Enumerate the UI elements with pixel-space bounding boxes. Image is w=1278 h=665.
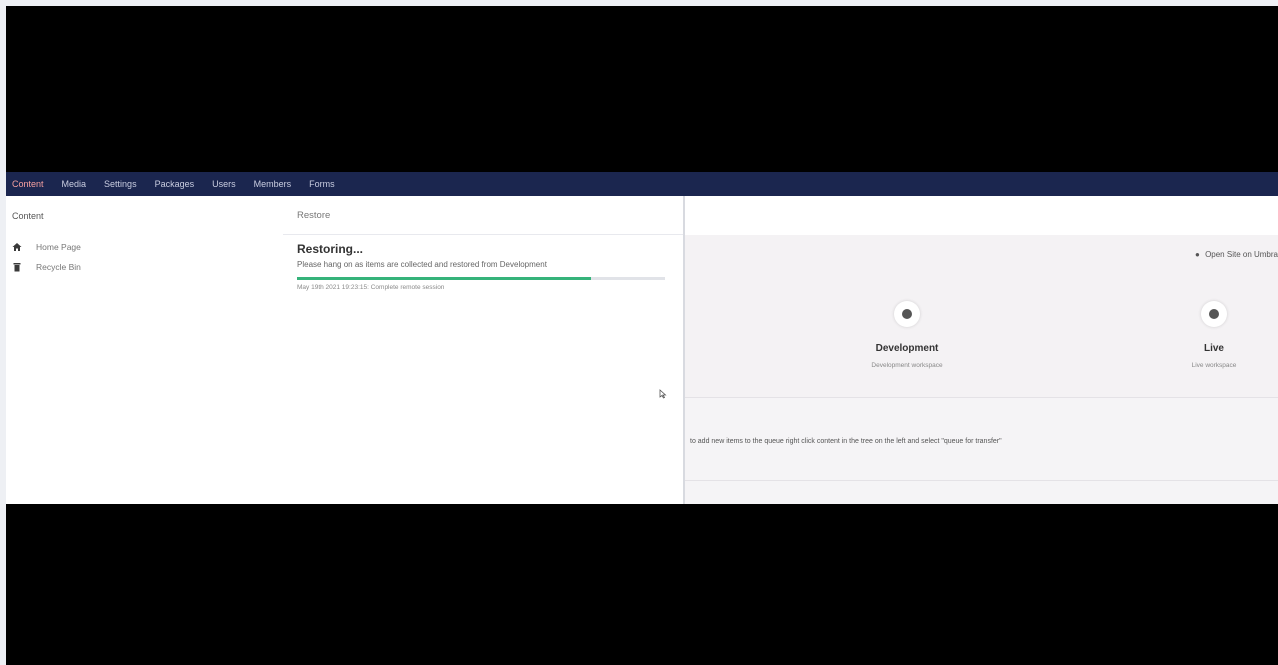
tree-title: Content (12, 211, 44, 221)
transfer-queue-panel: to add new items to the queue right clic… (685, 398, 1278, 504)
nav-content[interactable]: Content (12, 179, 44, 189)
restore-log: May 19th 2021 19:23:15: Complete remote … (297, 284, 445, 291)
queue-hint: to add new items to the queue right clic… (690, 438, 1002, 445)
nav-media[interactable]: Media (62, 179, 87, 189)
live-workspace-name: Live (1203, 343, 1224, 354)
dialog-header: Restore (283, 196, 683, 235)
top-navigation: Content Media Settings Packages Users Me… (6, 172, 1278, 196)
dialog-title: Restore (297, 210, 331, 221)
nav-users[interactable]: Users (212, 179, 236, 189)
nav-packages[interactable]: Packages (155, 179, 195, 189)
workspace-header (685, 196, 1278, 235)
workspaces-panel: ● Open Site on Umbra Development Develop… (685, 235, 1278, 398)
divider (685, 480, 1278, 481)
video-frame: Content Media Settings Packages Users Me… (6, 6, 1278, 665)
tree-item-label: Home Page (36, 242, 81, 252)
globe-icon: ● (1194, 250, 1200, 259)
live-workspace-sub: Live workspace (1191, 362, 1237, 369)
tree-item-label: Recycle Bin (36, 262, 81, 272)
pointer-cursor-icon (658, 389, 668, 402)
nav-settings[interactable]: Settings (104, 179, 137, 189)
restore-dialog: Restore Restoring... Please hang on as i… (283, 196, 685, 504)
restore-progress-bar (297, 277, 665, 280)
live-workspace-icon[interactable] (1201, 301, 1227, 327)
development-workspace-sub: Development workspace (871, 362, 943, 369)
umbraco-backoffice: Content Media Settings Packages Users Me… (6, 172, 1278, 504)
open-site-link[interactable]: ● Open Site on Umbra (1195, 250, 1278, 259)
development-workspace-icon[interactable] (894, 301, 920, 327)
tree-item-home-page[interactable]: Home Page (12, 242, 81, 252)
progress-fill (297, 277, 592, 280)
development-workspace-name: Development (875, 343, 939, 354)
content-tree: Content Home Page Recycle Bin (6, 196, 284, 504)
open-site-label: Open Site on Umbra (1205, 250, 1278, 259)
restoring-heading: Restoring... (297, 242, 364, 256)
nav-members[interactable]: Members (254, 179, 292, 189)
tree-item-recycle-bin[interactable]: Recycle Bin (12, 262, 81, 272)
home-icon (12, 242, 22, 252)
trash-icon (12, 262, 22, 272)
restore-message: Please hang on as items are collected an… (297, 260, 547, 269)
nav-forms[interactable]: Forms (309, 179, 335, 189)
